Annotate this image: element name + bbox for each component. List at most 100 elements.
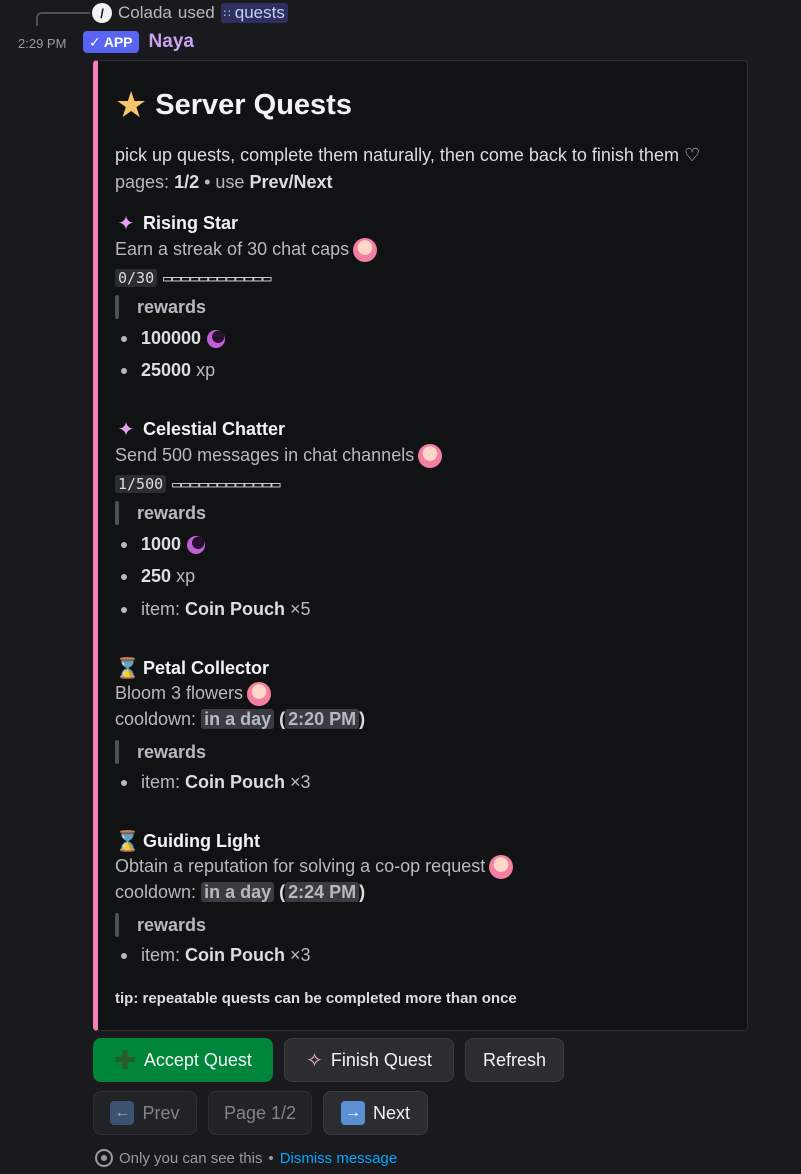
rewards-quote: rewards [115,295,206,319]
accept-quest-button[interactable]: ✚ Accept Quest [93,1038,273,1082]
quest-name: Guiding Light [143,831,260,851]
finish-quest-button[interactable]: ✧ Finish Quest [284,1038,454,1082]
quest-name: Celestial Chatter [143,419,286,439]
message-timestamp[interactable]: 2:29 PM [18,36,66,51]
star-icon: ★ [115,84,148,125]
reward-prefix: item: [141,599,181,619]
prev-button[interactable]: ← Prev [93,1091,197,1135]
reward-unit: xp [196,360,216,380]
plus-icon: ✚ [114,1045,136,1075]
pages-value: 1/2 [174,172,200,192]
quest-cooldown: cooldown: in a day (2:20 PM) [115,709,366,729]
reward-item: 25000 xp [115,360,215,381]
cooldown-time[interactable]: 2:24 PM [285,882,360,902]
progress-bar: ▭▭▭▭▭▭▭▭▭▭▭▭ [163,269,272,287]
feather-icon: ✦ [117,213,135,235]
slash-command-icon: / [92,3,112,23]
cooldown-label: cooldown: [115,882,197,902]
reward-prefix: item: [141,772,181,792]
reward-unit: xp [176,566,196,586]
quest-description: Obtain a reputation for solving a co-op … [115,855,514,879]
quest-description: Earn a streak of 30 chat caps [115,238,378,262]
quests-embed: ★ Server Quests pick up quests, complete… [93,60,748,1031]
reward-item: item: Coin Pouch ×3 [115,945,311,966]
discord-message-view: / Colada used ∷ quests 2:29 PM ✓ APP Nay… [0,0,801,1174]
next-button[interactable]: → Next [323,1091,428,1135]
reward-item: 250 xp [115,566,195,587]
quote-bar [115,913,119,937]
reward-qty: ×5 [290,599,311,619]
separator: • [268,1149,274,1167]
eye-icon [95,1149,113,1167]
reply-used-text: used [177,3,215,22]
checkmark-icon: ✓ [89,33,101,50]
command-name: quests [234,3,285,22]
bullet [121,779,127,786]
rewards-quote: rewards [115,913,206,937]
quote-bar [115,740,119,764]
prev-label: Prev [142,1102,180,1123]
quest-progress: 0/30 ▭▭▭▭▭▭▭▭▭▭▭▭ [115,267,272,288]
reward-item: 100000 [115,328,226,349]
embed-title: ★ Server Quests [115,87,352,123]
next-label: Next [372,1102,410,1123]
cooldown-relative[interactable]: in a day [201,709,275,729]
cooldown-relative[interactable]: in a day [201,882,275,902]
quest-name: Petal Collector [143,658,270,678]
reward-prefix: item: [141,945,181,965]
right-arrow-icon: → [340,1101,365,1125]
quest-description: Bloom 3 flowers [115,682,272,706]
rewards-label: rewards [137,502,207,523]
only-you-text: Only you can see this [119,1149,263,1167]
magic-wand-icon: ✧ [306,1049,323,1072]
reply-username[interactable]: Colada [118,3,172,23]
cooldown-time[interactable]: 2:20 PM [285,709,360,729]
quest-description-text: Obtain a reputation for solving a co-op … [115,855,486,876]
command-reply-header: / Colada used ∷ quests [92,3,288,23]
quest-description: Send 500 messages in chat channels [115,444,443,468]
reward-item-name: Coin Pouch [185,772,286,792]
quest-name: Rising Star [143,213,239,233]
left-arrow-icon: ← [110,1101,135,1125]
command-mention[interactable]: ∷ quests [220,3,288,23]
finish-quest-label: Finish Quest [330,1049,432,1070]
app-badge-label: APP [103,34,133,50]
progress-bar: ▭▭▭▭▭▭▭▭▭▭▭▭ [172,475,281,493]
feather-icon: ✦ [117,419,135,441]
rewards-label: rewards [137,914,207,935]
quest-description-text: Bloom 3 flowers [115,682,244,703]
author-name[interactable]: Naya [149,31,194,53]
ephemeral-notice: Only you can see this • Dismiss message [95,1149,397,1167]
author-row: ✓ APP Naya [83,31,194,53]
quest-title: ✦ Rising Star [115,211,238,236]
bullet [121,335,127,342]
anime-girl-emoji [489,855,514,879]
hourglass-icon: ⌛ [115,658,140,680]
reward-item: item: Coin Pouch ×5 [115,599,311,620]
page-indicator-button[interactable]: Page 1/2 [208,1091,312,1135]
progress-count: 1/500 [115,475,167,493]
cooldown-label: cooldown: [115,709,197,729]
quest-description-text: Earn a streak of 30 chat caps [115,238,350,259]
reply-connector [36,12,90,26]
embed-tip: tip: repeatable quests can be completed … [115,990,517,1007]
bullet [121,367,127,374]
rewards-quote: rewards [115,740,206,764]
dismiss-message-link[interactable]: Dismiss message [280,1150,398,1167]
quest-progress: 1/500 ▭▭▭▭▭▭▭▭▭▭▭▭ [115,473,281,494]
command-grid-icon: ∷ [223,7,231,20]
bullet [121,952,127,959]
refresh-button[interactable]: Refresh [465,1038,564,1082]
refresh-label: Refresh [482,1049,547,1070]
anime-girl-emoji [418,444,443,468]
bullet [121,541,127,548]
anime-girl-emoji [353,238,378,262]
embed-description: pick up quests, complete them naturally,… [115,145,701,165]
reward-qty: ×3 [290,772,311,792]
reward-amount: 1000 [141,534,182,554]
quest-title: ✦ Celestial Chatter [115,417,285,442]
anime-girl-emoji [247,682,272,706]
embed-title-text: Server Quests [155,88,352,121]
reward-item: item: Coin Pouch ×3 [115,772,311,793]
quote-bar [115,295,119,319]
